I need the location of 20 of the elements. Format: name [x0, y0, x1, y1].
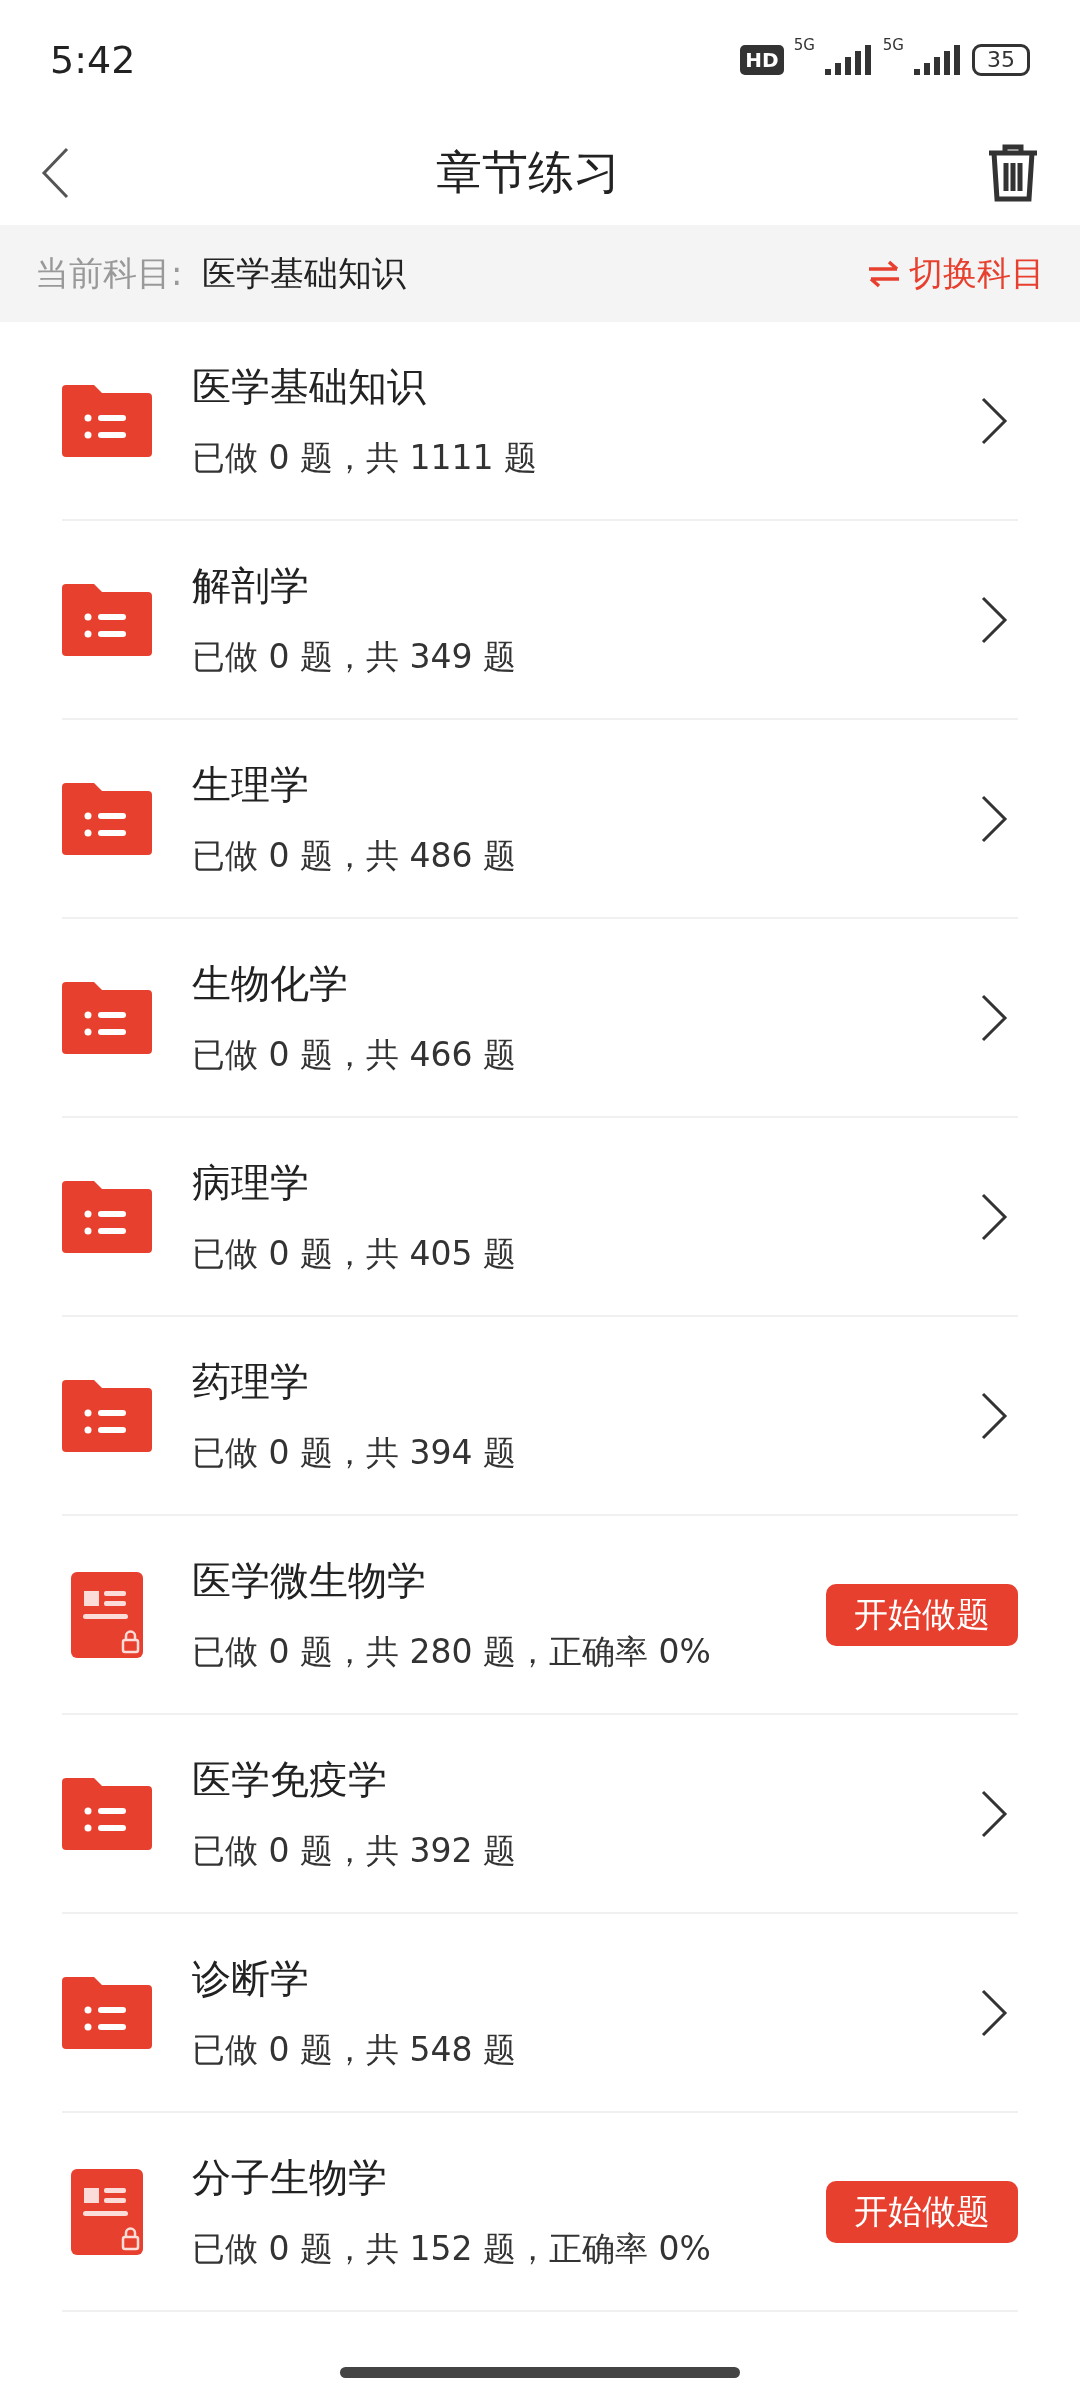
page-title: 章节练习 [436, 143, 620, 201]
chapter-title: 生物化学 [192, 960, 349, 1008]
status-time: 5:42 [50, 38, 136, 82]
chapter-title: 医学基础知识 [192, 363, 427, 411]
current-subject: 医学基础知识 [202, 251, 408, 295]
chapter-title: 解剖学 [192, 562, 310, 610]
network-label: 5G [882, 36, 904, 54]
chapter-title: 诊断学 [192, 1955, 310, 2003]
chapter-title: 分子生物学 [192, 2154, 388, 2202]
chapter-title: 药理学 [192, 1358, 310, 1406]
chapter-title: 医学免疫学 [192, 1756, 388, 1804]
chapter-title: 病理学 [192, 1159, 310, 1207]
chapter-progress: 已做 0 题，共 152 题，正确率 0% [192, 2228, 712, 2270]
subject-label: 当前科目: [35, 251, 183, 295]
battery-indicator: 35 [972, 44, 1030, 76]
chapter-title: 医学微生物学 [192, 1557, 427, 1605]
hd-badge: HD [740, 45, 784, 75]
chapter-progress: 已做 0 题，共 548 题 [192, 2029, 517, 2071]
chapter-title: 生理学 [192, 761, 310, 809]
network-label: 5G [793, 36, 815, 54]
